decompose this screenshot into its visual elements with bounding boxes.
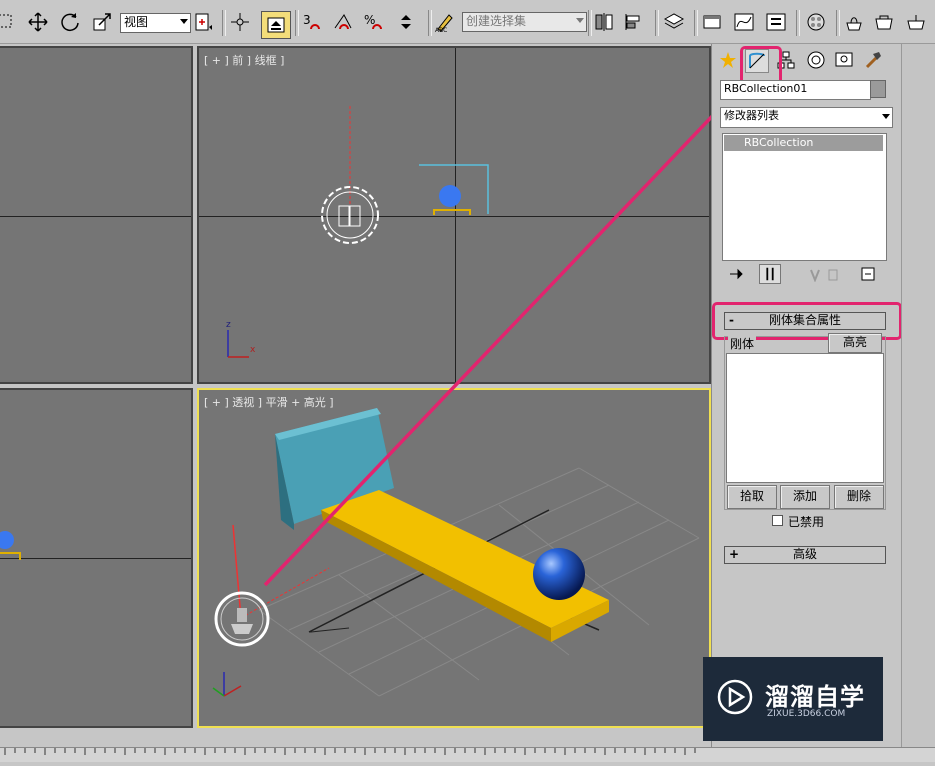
highlight-button[interactable]: 高亮	[828, 333, 882, 353]
display-tab-icon[interactable]	[833, 49, 855, 71]
percent-snap-icon[interactable]: %	[362, 10, 386, 34]
render-frame-icon[interactable]	[872, 10, 896, 34]
toolbar-separator	[694, 10, 698, 36]
reference-coordinate-dropdown[interactable]: 视图	[120, 13, 191, 33]
watermark-subtitle: ZIXUE.3D66.COM	[767, 709, 846, 719]
mirror-icon[interactable]	[592, 10, 616, 34]
pin-stack-icon[interactable]	[728, 266, 744, 282]
modifier-stack[interactable]: RBCollection	[722, 133, 887, 261]
create-tab-icon[interactable]	[717, 49, 739, 71]
disabled-label: 已禁用	[788, 515, 825, 529]
edit-named-selection-icon[interactable]: ABC	[433, 10, 457, 34]
svg-text:3: 3	[303, 13, 311, 27]
toolbar-separator	[836, 10, 840, 36]
spinner-snap-icon[interactable]	[394, 10, 418, 34]
watermark: 溜溜自学 ZIXUE.3D66.COM	[703, 657, 883, 741]
toolbar-separator	[796, 10, 800, 36]
render-setup-icon[interactable]	[842, 10, 866, 34]
object-color-swatch[interactable]	[870, 80, 886, 98]
material-editor-icon[interactable]	[804, 10, 828, 34]
angle-snap-icon[interactable]	[331, 10, 355, 34]
rigid-body-label: 刚体	[728, 335, 757, 352]
disabled-checkbox[interactable]	[772, 515, 783, 526]
toolbar-separator	[222, 10, 226, 36]
main-toolbar: 视图 3 % ABC 创建选择集	[0, 0, 935, 44]
rigid-body-group: 刚体 高亮 拾取 添加 删除	[724, 333, 886, 510]
remove-modifier-icon[interactable]	[825, 266, 841, 282]
chevron-down-icon	[882, 114, 890, 119]
render-production-icon[interactable]	[904, 10, 928, 34]
timeline-ruler[interactable]	[0, 747, 935, 762]
panel-scroll-strip[interactable]	[901, 44, 935, 747]
watermark-title: 溜溜自学	[765, 683, 865, 711]
ruler-ticks	[4, 748, 696, 755]
play-logo-icon	[717, 679, 753, 715]
schematic-view-icon[interactable]	[764, 10, 788, 34]
svg-text:%: %	[364, 13, 375, 27]
named-selection-set-dropdown[interactable]: 创建选择集	[462, 12, 587, 32]
rotate-icon[interactable]	[58, 10, 82, 34]
keyboard-shortcut-override-button[interactable]	[261, 11, 291, 39]
motion-tab-icon[interactable]	[805, 49, 827, 71]
align-icon[interactable]	[622, 10, 646, 34]
snap-3d-icon[interactable]: 3	[300, 10, 324, 34]
toolbar-separator	[655, 10, 659, 36]
chevron-down-icon	[576, 18, 584, 23]
make-unique-icon[interactable]	[807, 266, 823, 283]
add-button[interactable]: 添加	[780, 485, 830, 509]
scale-icon[interactable]	[90, 10, 114, 34]
layer-manager-icon[interactable]	[662, 10, 686, 34]
scene-explorer-icon[interactable]	[700, 10, 724, 34]
rollout-title: 高级	[792, 547, 817, 561]
select-icon[interactable]	[0, 10, 18, 34]
rollout-expand-sign: +	[729, 547, 740, 561]
curve-editor-icon[interactable]	[732, 10, 756, 34]
selection-set-placeholder: 创建选择集	[466, 14, 527, 28]
chevron-down-icon	[180, 19, 188, 24]
stack-item-rbcollection[interactable]: RBCollection	[724, 135, 883, 151]
object-name-field[interactable]: RBCollection01	[720, 80, 871, 100]
toolbar-separator	[295, 10, 299, 36]
delete-button[interactable]: 删除	[834, 485, 884, 509]
move-icon[interactable]	[26, 10, 50, 34]
toolbar-separator	[428, 10, 432, 36]
show-end-result-icon[interactable]	[759, 264, 781, 284]
view-dropdown-value: 视图	[124, 15, 149, 29]
modifier-list-dropdown[interactable]: 修改器列表	[720, 107, 893, 128]
modifier-list-value: 修改器列表	[724, 109, 779, 122]
rigid-body-list[interactable]	[726, 353, 884, 483]
configure-modifier-sets-icon[interactable]	[860, 266, 876, 282]
utilities-tab-icon[interactable]	[862, 49, 884, 71]
rollout-advanced[interactable]: + 高级	[724, 546, 886, 564]
pivot-center-icon[interactable]	[192, 10, 216, 34]
pick-button[interactable]: 拾取	[727, 485, 777, 509]
svg-text:ABC: ABC	[435, 27, 447, 33]
select-manipulate-icon[interactable]	[228, 10, 252, 34]
command-panel: RBCollection01 修改器列表 RBCollection - 刚体集合…	[711, 44, 902, 747]
